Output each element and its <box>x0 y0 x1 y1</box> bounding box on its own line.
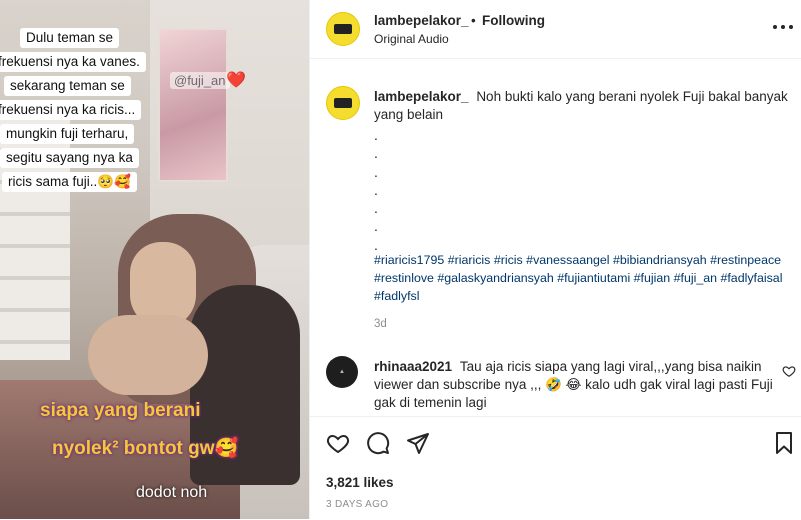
action-bar: 3,821 likes 3 DAYS AGO <box>310 416 801 520</box>
heart-emoji: ❤️ <box>226 72 246 89</box>
video-caption-line: ricis sama fuji..🥺🥰 <box>2 172 137 192</box>
video-overlay-text: siapa yang berani <box>40 400 201 421</box>
video-caption: Dulu teman se frekuensi nya ka vanes. se… <box>0 28 180 196</box>
instagram-post-view: Dulu teman se frekuensi nya ka vanes. se… <box>0 0 801 519</box>
likes-count[interactable]: 3,821 likes <box>326 475 394 490</box>
share-icon[interactable] <box>406 431 432 457</box>
caption-hashtags[interactable]: #riaricis1795 #riaricis #ricis #vanessaa… <box>374 251 794 305</box>
video-caption-line: sekarang teman se <box>4 76 131 96</box>
video-caption-line: mungkin fuji terharu, <box>0 124 135 144</box>
comment: rhinaaa2021 Tau aja ricis siapa yang lag… <box>374 358 774 412</box>
video-mention-tag: @fuji_an <box>170 72 230 89</box>
heart-icon[interactable] <box>326 431 352 457</box>
video-caption-line: frekuensi nya ka vanes. <box>0 52 146 72</box>
post-date: 3 DAYS AGO <box>326 499 389 510</box>
post-caption: lambepelakor_ Noh bukti kalo yang berani… <box>374 88 792 124</box>
caption-timestamp: 3d <box>374 318 387 330</box>
caption-dot: . <box>374 145 378 162</box>
video-caption-line: frekuensi nya ka ricis... <box>0 100 142 120</box>
header-separator: • <box>471 13 476 28</box>
post-header: lambepelakor_ • Following Original Audio <box>310 0 801 59</box>
video-overlay-text: dodot noh <box>136 484 208 501</box>
profile-avatar[interactable] <box>326 12 360 46</box>
hugging-arms <box>88 315 208 395</box>
comment-username[interactable]: rhinaaa2021 <box>374 359 452 374</box>
caption-username[interactable]: lambepelakor_ <box>374 89 469 104</box>
avatar-image-icon: ▲ <box>339 369 345 375</box>
post-details-panel: lambepelakor_ • Following Original Audio… <box>309 0 801 519</box>
avatar-logo-icon <box>334 98 352 108</box>
heart-outline-icon[interactable] <box>782 364 796 378</box>
video-caption-line: segitu sayang nya ka <box>0 148 139 168</box>
avatar-logo-icon <box>334 24 352 34</box>
commenter-avatar[interactable]: ▲ <box>326 356 358 388</box>
bookmark-icon[interactable] <box>772 431 798 457</box>
caption-dot: . <box>374 163 378 180</box>
header-username[interactable]: lambepelakor_ <box>374 13 469 28</box>
video-caption-line: Dulu teman se <box>20 28 120 48</box>
caption-dot: . <box>374 181 378 198</box>
post-video[interactable]: Dulu teman se frekuensi nya ka vanes. se… <box>0 0 309 519</box>
comment-icon[interactable] <box>366 431 392 457</box>
following-button[interactable]: Following <box>482 13 545 28</box>
more-options-icon[interactable] <box>772 14 794 35</box>
audio-link[interactable]: Original Audio <box>374 32 449 46</box>
caption-dot: . <box>374 200 378 217</box>
caption-dot: . <box>374 218 378 235</box>
caption-dot: . <box>374 127 378 143</box>
caption-dots: . . . . . . . <box>374 126 378 254</box>
video-overlay-text: nyolek² bontot gw🥰 <box>52 438 239 459</box>
caption-avatar[interactable] <box>326 86 360 120</box>
